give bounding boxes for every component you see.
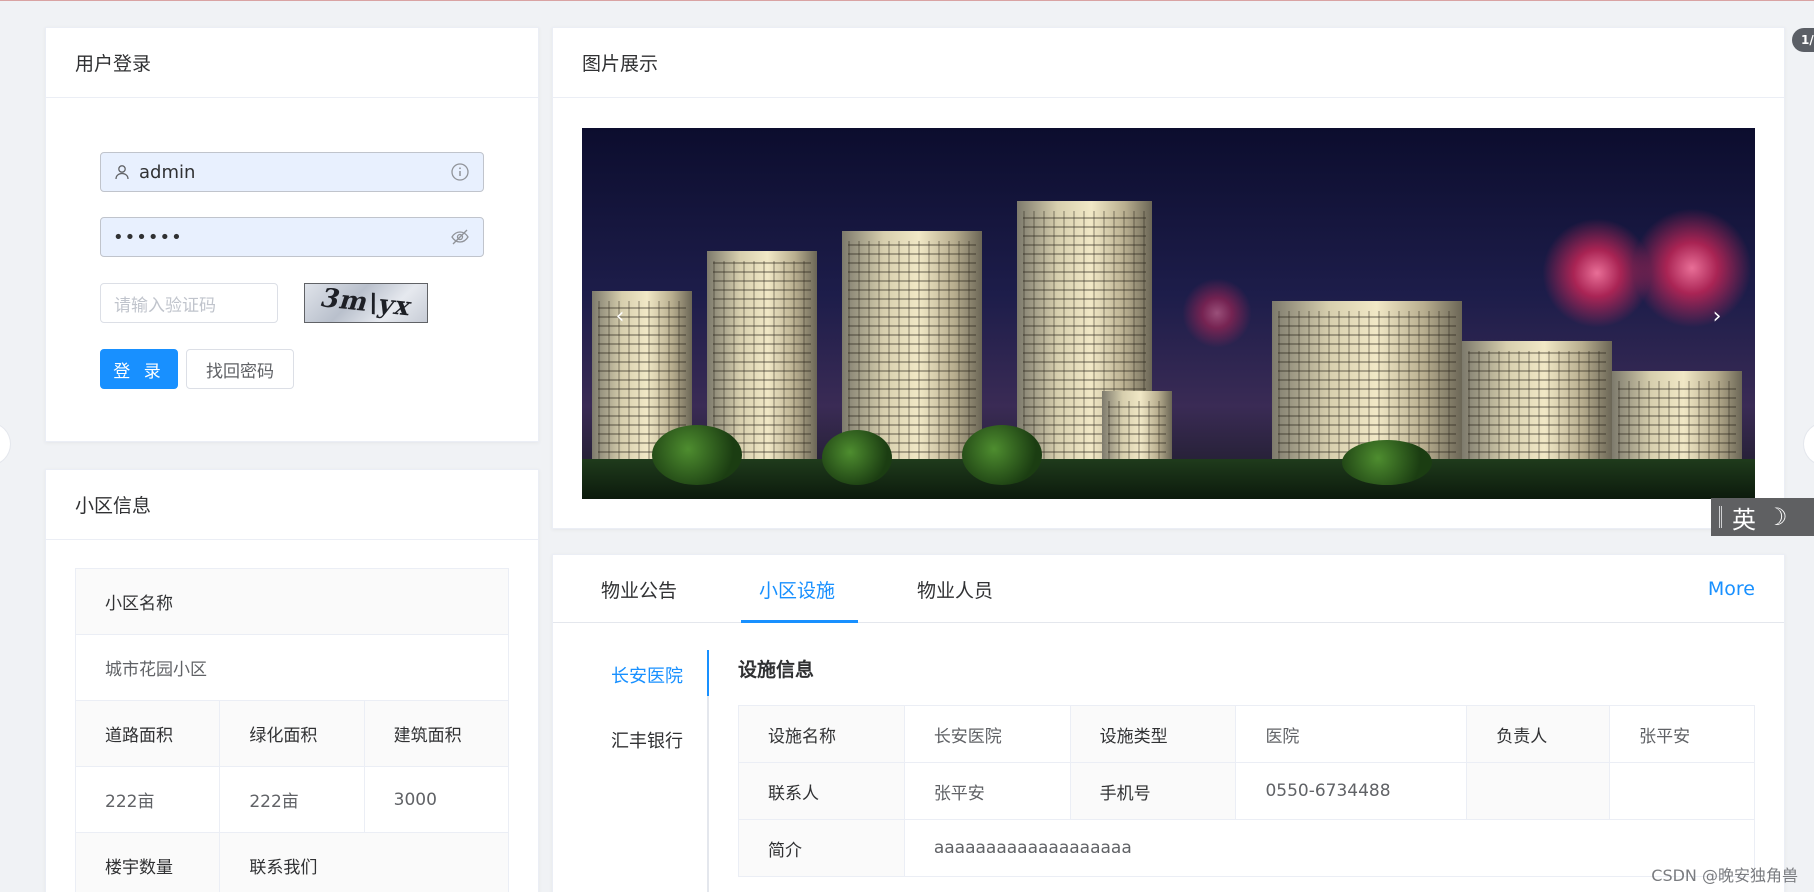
intro-label: 简介 — [738, 819, 905, 877]
facility-name-label: 设施名称 — [738, 705, 905, 763]
captcha-input[interactable]: 请输入验证码 — [100, 283, 278, 323]
empty-label — [1466, 762, 1611, 820]
community-card-title: 小区信息 — [46, 470, 538, 540]
contact-person-label: 联系人 — [738, 762, 905, 820]
tree — [652, 425, 742, 485]
manager-label: 负责人 — [1466, 705, 1611, 763]
watermark: CSDN @晚安独角兽 — [1651, 866, 1798, 885]
page-indicator: 1/ — [1792, 28, 1814, 52]
top-line — [0, 0, 1814, 1]
gallery-card: 图片展示 ‹ › — [552, 27, 1785, 529]
password-value: •••••• — [113, 226, 183, 248]
building-count-label: 楼宇数量 — [74, 832, 221, 892]
carousel-prev-arrow[interactable]: ‹ — [602, 298, 638, 334]
captcha-text: 3m\yx — [316, 283, 416, 323]
phone-label: 手机号 — [1069, 762, 1237, 820]
intro-value: aaaaaaaaaaaaaaaaaaa — [903, 819, 1756, 877]
facility-name-value: 长安医院 — [903, 705, 1071, 763]
tree — [962, 425, 1042, 485]
side-tab-hospital[interactable]: 长安医院 — [611, 662, 683, 688]
side-tab-active-bar — [707, 650, 709, 696]
tab-announcements[interactable]: 物业公告 — [601, 555, 677, 623]
building-area-value: 3000 — [363, 766, 510, 833]
gallery-card-title: 图片展示 — [553, 28, 1784, 98]
password-input[interactable]: •••••• — [100, 217, 484, 257]
tab-bar: 物业公告 小区设施 物业人员 More — [553, 555, 1784, 623]
ground — [582, 459, 1755, 499]
facility-info-table: 设施名称 长安医院 设施类型 医院 负责人 张平安 联系人 张平安 手机号 05… — [738, 705, 1756, 877]
facility-type-label: 设施类型 — [1069, 705, 1237, 763]
login-card-title: 用户登录 — [46, 28, 538, 98]
road-area-label: 道路面积 — [74, 700, 221, 767]
community-name-value: 城市花园小区 — [75, 634, 509, 701]
building-area-label: 建筑面积 — [363, 700, 510, 767]
phone-value: 0550-6734488 — [1235, 762, 1468, 820]
firework — [1182, 278, 1252, 348]
tabs-card: 物业公告 小区设施 物业人员 More 长安医院 汇丰银行 设施信息 设施名称 … — [552, 554, 1785, 892]
contact-us-label: 联系我们 — [219, 832, 509, 892]
user-icon — [113, 163, 131, 181]
right-edge-handle[interactable] — [1803, 422, 1814, 466]
more-link[interactable]: More — [1708, 555, 1755, 623]
username-value: admin — [139, 161, 196, 183]
facility-type-value: 医院 — [1235, 705, 1468, 763]
side-tab-bank[interactable]: 汇丰银行 — [611, 727, 683, 753]
image-carousel[interactable]: ‹ › — [582, 128, 1755, 499]
active-tab-underline — [741, 620, 858, 623]
ime-indicator[interactable]: 英 ☽ — [1711, 498, 1814, 536]
drag-handle-icon — [1719, 506, 1722, 528]
forgot-password-button[interactable]: 找回密码 — [186, 349, 294, 389]
carousel-next-arrow[interactable]: › — [1699, 298, 1735, 334]
empty-value — [1609, 762, 1755, 820]
community-name-label: 小区名称 — [75, 568, 509, 635]
info-icon[interactable] — [449, 161, 471, 183]
tab-staff[interactable]: 物业人员 — [917, 555, 993, 623]
tree — [822, 430, 892, 485]
manager-value: 张平安 — [1609, 705, 1755, 763]
tab-facilities[interactable]: 小区设施 — [759, 555, 835, 623]
community-info-table: 小区名称 城市花园小区 道路面积 绿化面积 建筑面积 222亩 222亩 300… — [74, 568, 510, 892]
moon-icon: ☽ — [1766, 503, 1788, 531]
facility-info-title: 设施信息 — [738, 659, 815, 681]
community-info-card: 小区信息 小区名称 城市花园小区 道路面积 绿化面积 建筑面积 222亩 222… — [45, 469, 539, 892]
green-area-value: 222亩 — [219, 766, 365, 833]
login-button[interactable]: 登 录 — [100, 349, 178, 389]
left-edge-handle[interactable] — [0, 422, 11, 466]
road-area-value: 222亩 — [74, 766, 221, 833]
green-area-label: 绿化面积 — [219, 700, 365, 767]
login-card: 用户登录 admin •••••• 请输入验证码 3m\yx 登 录 找回密码 — [45, 27, 539, 442]
ime-language: 英 — [1732, 505, 1756, 534]
contact-person-value: 张平安 — [903, 762, 1071, 820]
eye-off-icon[interactable] — [449, 226, 471, 248]
captcha-image[interactable]: 3m\yx — [304, 283, 428, 323]
username-input[interactable]: admin — [100, 152, 484, 192]
tree — [1342, 440, 1432, 485]
